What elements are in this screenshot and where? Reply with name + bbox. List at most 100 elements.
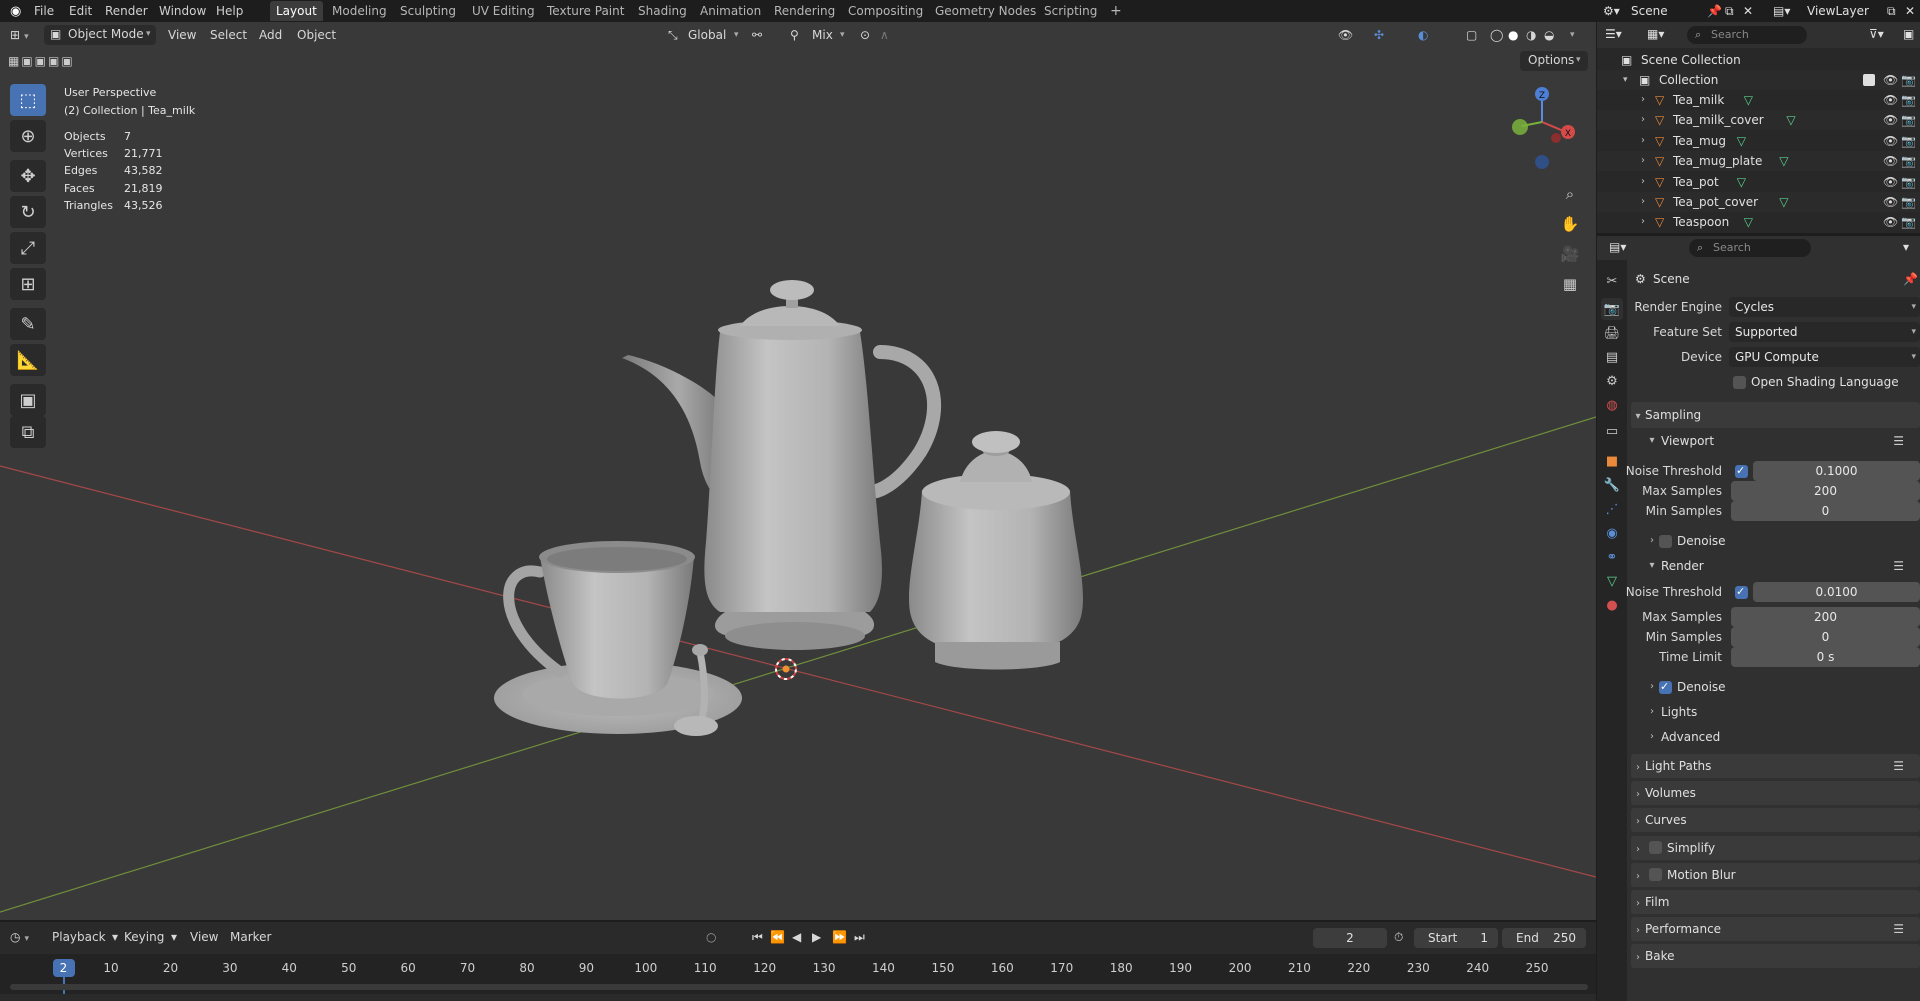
camera-icon[interactable]: 📷 xyxy=(1901,131,1916,151)
noise-threshold-field[interactable]: 0.1000 xyxy=(1753,461,1920,481)
eye-icon[interactable]: 👁 xyxy=(1883,110,1898,130)
menu-view[interactable]: View xyxy=(190,928,218,947)
new-scene-icon[interactable]: ⧉ xyxy=(1725,3,1734,20)
chevron-right-icon[interactable]: › xyxy=(1641,172,1645,192)
min-samples-field[interactable]: 0 xyxy=(1731,501,1920,521)
ortho-grid-icon[interactable]: ▦ xyxy=(1556,270,1584,298)
eye-icon[interactable]: 👁 xyxy=(1883,212,1898,232)
xray-icon[interactable]: ▢ xyxy=(1466,26,1477,45)
tab-sculpting[interactable]: Sculpting xyxy=(394,1,462,21)
visibility-icon[interactable]: 👁 xyxy=(1338,26,1353,45)
view-layer-icon[interactable]: ▤▾ xyxy=(1773,3,1790,20)
scene-name[interactable]: Scene xyxy=(1631,3,1668,20)
viewport-subpanel-header[interactable]: ▾ Viewport ☰ xyxy=(1631,430,1920,452)
jump-end-icon[interactable]: ⏭ xyxy=(854,928,865,947)
zoom-icon[interactable]: ⌕ xyxy=(1556,180,1584,208)
scene-icon[interactable]: ⚙▾ xyxy=(1603,3,1620,20)
panel-header-film[interactable]: › Film xyxy=(1631,890,1920,914)
outliner-editor-type-icon[interactable]: ☰▾ xyxy=(1605,26,1622,43)
outliner-item[interactable]: › ▽ Tea_pot ▽ 👁 📷 xyxy=(1597,172,1920,192)
select-box-tool-icon[interactable]: ⬚ xyxy=(10,84,46,116)
chevron-down-icon[interactable]: ▾ xyxy=(1623,70,1628,90)
chevron-right-icon[interactable]: › xyxy=(1641,151,1645,171)
physics-tab-icon[interactable]: ◉ xyxy=(1601,522,1623,544)
auto-key-icon[interactable]: ○ xyxy=(706,928,716,947)
camera-icon[interactable]: 📷 xyxy=(1901,151,1916,171)
constraints-tab-icon[interactable]: ⚭ xyxy=(1601,546,1623,568)
measure-tool-icon[interactable]: 📐 xyxy=(10,344,46,376)
view-layer-tab-icon[interactable]: ▤ xyxy=(1601,346,1623,368)
camera-icon[interactable]: 📷 xyxy=(1901,172,1916,192)
render-denoise-subpanel[interactable]: › Denoise xyxy=(1631,676,1920,698)
rotate-tool-icon[interactable]: ↻ xyxy=(10,196,46,228)
filter-icon[interactable]: ⊽▾ xyxy=(1869,26,1884,43)
feature-set-dropdown[interactable]: Supported ▾ xyxy=(1729,322,1920,342)
render-subpanel-header[interactable]: ▾ Render ☰ xyxy=(1631,555,1920,577)
view-layer-name[interactable]: ViewLayer xyxy=(1807,3,1869,20)
scale-tool-icon[interactable]: ⤢ xyxy=(10,232,46,264)
denoise-checkbox[interactable] xyxy=(1659,676,1672,698)
outliner-collection[interactable]: ▾ ▣ Collection 👁 📷 xyxy=(1597,70,1920,90)
options-button[interactable]: Options ▾ xyxy=(1520,51,1588,71)
chevron-right-icon[interactable]: › xyxy=(1641,90,1645,110)
menu-render[interactable]: Render xyxy=(101,3,152,20)
menu-file[interactable]: File xyxy=(30,3,58,20)
start-frame-field[interactable]: Start 1 xyxy=(1414,928,1498,948)
shading-rendered-icon[interactable]: ◒ xyxy=(1544,26,1554,45)
presets-list-icon[interactable]: ☰ xyxy=(1893,430,1904,452)
mesh-data-icon[interactable]: ▽ xyxy=(1779,192,1788,212)
shading-material-icon[interactable]: ◑ xyxy=(1526,26,1536,45)
chevron-right-icon[interactable]: › xyxy=(1641,131,1645,151)
play-reverse-icon[interactable]: ◀ xyxy=(792,928,801,947)
osl-checkbox[interactable] xyxy=(1733,376,1746,389)
menu-edit[interactable]: Edit xyxy=(65,3,96,20)
panel-checkbox[interactable] xyxy=(1649,867,1662,881)
pan-hand-icon[interactable]: ✋ xyxy=(1556,210,1584,238)
chevron-down-icon[interactable]: ▾ xyxy=(1903,239,1909,256)
mode-selector[interactable]: ▣ Object Mode ▾ xyxy=(44,25,156,45)
stopwatch-icon[interactable]: ⏱ xyxy=(1394,928,1403,947)
camera-view-icon[interactable]: 🎥 xyxy=(1556,240,1584,268)
menu-view[interactable]: View xyxy=(168,26,196,45)
eye-icon[interactable]: 👁 xyxy=(1883,172,1898,192)
pin-icon[interactable]: 📌 xyxy=(1707,3,1722,20)
camera-icon[interactable]: 📷 xyxy=(1901,212,1916,232)
object-tab-icon[interactable]: ■ xyxy=(1601,450,1623,472)
tab-compositing[interactable]: Compositing xyxy=(842,1,929,21)
mesh-data-icon[interactable]: ▽ xyxy=(1737,172,1746,192)
timeline-scrollbar[interactable] xyxy=(10,984,1588,990)
outliner-item[interactable]: › ▽ Tea_mug_plate ▽ 👁 📷 xyxy=(1597,151,1920,172)
navigation-gizmo[interactable]: Z X xyxy=(1502,82,1582,192)
camera-icon[interactable]: 📷 xyxy=(1901,70,1916,90)
tab-scripting[interactable]: Scripting xyxy=(1038,1,1103,21)
chevron-down-icon[interactable]: ▾ xyxy=(1570,26,1575,45)
outliner-search-input[interactable]: ⌕ Search xyxy=(1687,26,1807,44)
max-samples-field[interactable]: 200 xyxy=(1731,481,1920,501)
menu-help[interactable]: Help xyxy=(212,3,247,20)
pin-icon[interactable]: 📌 xyxy=(1903,268,1918,290)
panel-header-motion-blur[interactable]: › Motion Blur xyxy=(1631,862,1920,887)
blender-logo-icon[interactable]: ◉ xyxy=(6,3,25,20)
panel-header-curves[interactable]: › Curves xyxy=(1631,808,1920,833)
falloff-icon[interactable]: ∧ xyxy=(880,26,889,45)
transform-tool-icon[interactable]: ⊞ xyxy=(10,268,46,300)
sugar-bowl-model[interactable] xyxy=(908,431,1084,670)
mesh-data-icon[interactable]: ▽ xyxy=(1786,110,1795,130)
editor-type-icon[interactable]: ⊞ ▾ xyxy=(10,26,29,45)
render-tab-icon[interactable]: 📷 xyxy=(1601,298,1623,320)
sampling-panel-header[interactable]: ▾ Sampling xyxy=(1631,402,1920,428)
chevron-right-icon[interactable]: › xyxy=(1641,110,1645,130)
gizmo-toggle-icon[interactable]: ✣ xyxy=(1374,26,1384,45)
tab-texture-paint[interactable]: Texture Paint xyxy=(541,1,630,21)
time-limit-field[interactable]: 0 s xyxy=(1731,647,1920,667)
tab-animation[interactable]: Animation xyxy=(694,1,767,21)
max-samples-field[interactable]: 200 xyxy=(1731,607,1920,627)
annotate-tool-icon[interactable]: ✎ xyxy=(10,308,46,340)
panel-header-volumes[interactable]: › Volumes xyxy=(1631,781,1920,806)
add-cube-tool-icon[interactable]: ▣ xyxy=(10,384,46,416)
outliner-root[interactable]: ▣ Scene Collection xyxy=(1597,50,1920,70)
tab-layout[interactable]: Layout xyxy=(270,1,323,21)
3d-viewport[interactable]: ⊞ ▾ ▣ Object Mode ▾ View Select Add Objec… xyxy=(0,22,1596,920)
pivot-icon[interactable]: ⚯ xyxy=(752,26,762,45)
menu-marker[interactable]: Marker xyxy=(230,928,271,947)
